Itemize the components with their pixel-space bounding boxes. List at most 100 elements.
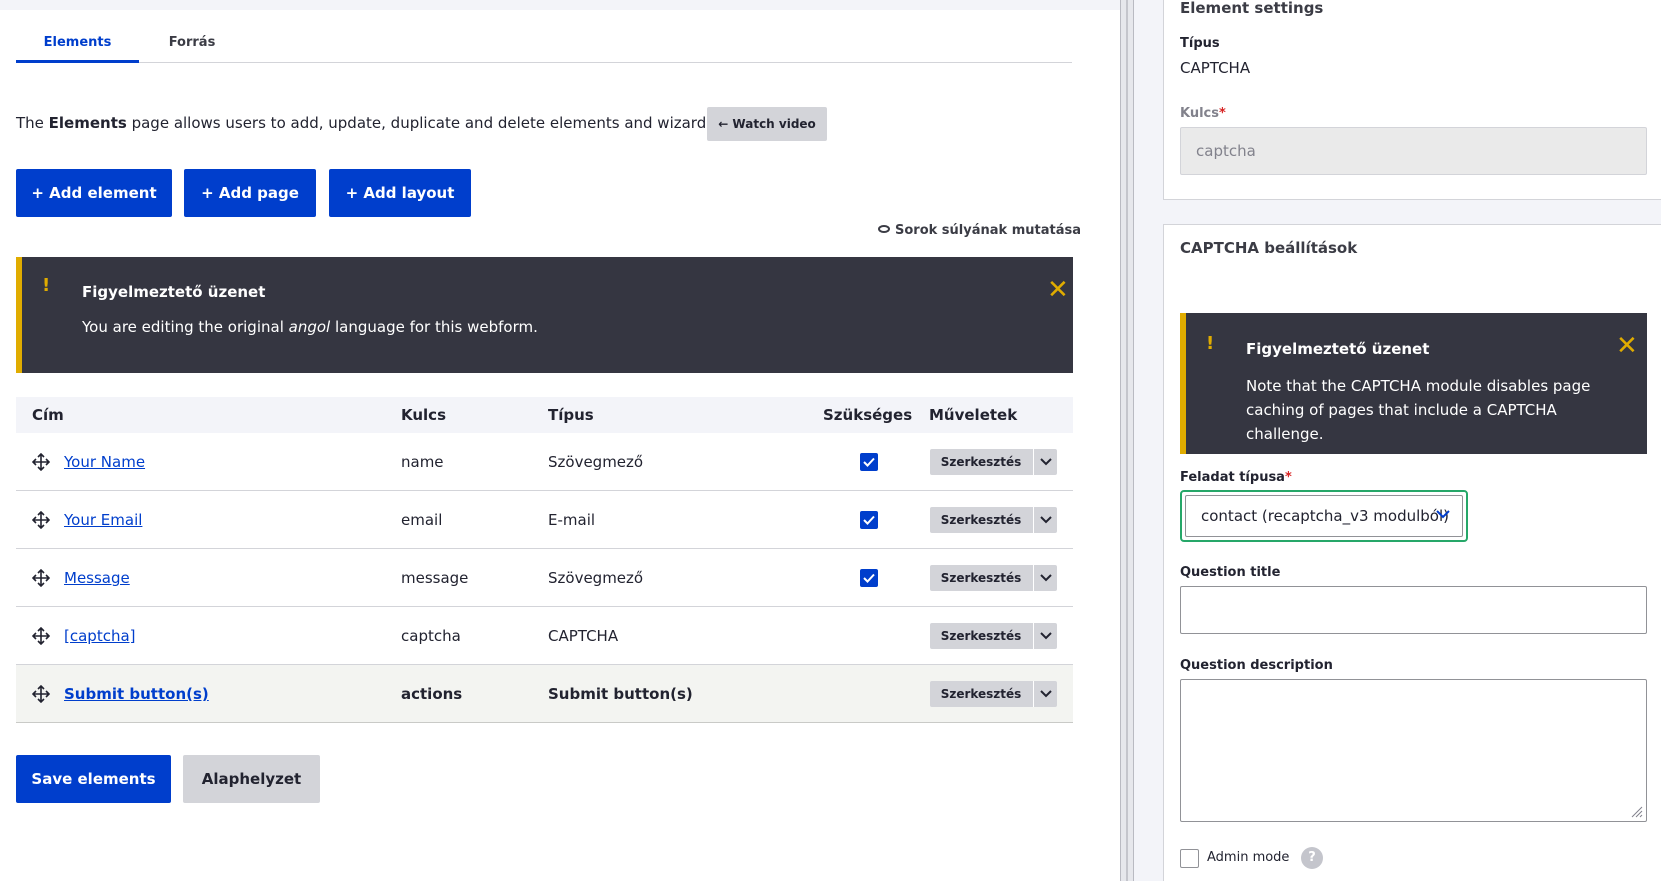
table-row: Submit button(s) actions Submit button(s… [16, 665, 1073, 723]
top-strip [0, 0, 1120, 10]
row-key: captcha [401, 627, 461, 645]
intro-prefix: The [16, 114, 49, 132]
warning-icon: ! [42, 275, 51, 296]
warning-title: Figyelmeztető üzenet [1246, 340, 1430, 358]
intro-bold: Elements [48, 114, 127, 132]
warning-body-suffix: language for this webform. [330, 318, 538, 336]
edit-button-group: Szerkesztés [930, 623, 1057, 649]
key-input: captcha [1180, 127, 1647, 175]
eye-icon [878, 225, 890, 233]
required-checkbox[interactable] [860, 569, 878, 587]
drag-handle-icon[interactable] [32, 569, 50, 587]
help-icon[interactable]: ? [1301, 847, 1323, 869]
captcha-settings-card: CAPTCHA beállítások ! Figyelmeztető üzen… [1163, 224, 1661, 881]
warning-message: ! Figyelmeztető üzenet You are editing t… [16, 257, 1073, 373]
row-title-link[interactable]: Your Email [64, 491, 142, 549]
key-label-text: Kulcs [1180, 106, 1219, 121]
chevron-down-icon[interactable] [1033, 565, 1057, 591]
chevron-down-icon[interactable] [1033, 623, 1057, 649]
row-title-link[interactable]: Message [64, 549, 130, 607]
question-title-input[interactable] [1180, 586, 1647, 634]
elements-pane: Elements Forrás The Elements page allows… [0, 0, 1120, 881]
edit-button-group: Szerkesztés [930, 681, 1057, 707]
row-title-link[interactable]: [captcha] [64, 607, 136, 665]
app-root: Elements Forrás The Elements page allows… [0, 0, 1661, 881]
captcha-warning-message: ! Figyelmeztető üzenet Note that the CAP… [1180, 313, 1647, 454]
admin-mode-label: Admin mode [1207, 850, 1290, 865]
element-settings-card: Element settings Típus CAPTCHA Kulcs* ca… [1163, 0, 1661, 200]
tab-source[interactable]: Forrás [139, 28, 245, 63]
row-key: actions [401, 685, 463, 703]
warning-body-language: angol [288, 318, 331, 336]
header-key: Kulcs [401, 406, 446, 424]
drag-handle-icon[interactable] [32, 511, 50, 529]
required-checkbox[interactable] [860, 453, 878, 471]
edit-button[interactable]: Szerkesztés [930, 507, 1032, 533]
type-label: Típus [1180, 36, 1220, 51]
table-header: Cím Kulcs Típus Szükséges Műveletek [16, 397, 1073, 433]
question-description-label: Question description [1180, 658, 1333, 673]
close-icon[interactable]: ✕ [1047, 277, 1069, 303]
key-label: Kulcs* [1180, 106, 1226, 121]
row-type: CAPTCHA [548, 627, 619, 645]
element-settings-title: Element settings [1180, 0, 1324, 17]
chevron-down-icon[interactable] [1033, 449, 1057, 475]
challenge-type-label-text: Feladat típusa [1180, 470, 1285, 485]
warning-body-prefix: You are editing the original [82, 318, 289, 336]
add-page-button[interactable]: + Add page [184, 169, 316, 217]
chevron-down-icon [1436, 510, 1450, 519]
edit-button[interactable]: Szerkesztés [930, 623, 1032, 649]
drag-handle-icon[interactable] [32, 627, 50, 645]
warning-body: You are editing the original angol langu… [82, 315, 538, 339]
close-icon[interactable]: ✕ [1616, 333, 1638, 359]
chevron-down-icon[interactable] [1033, 507, 1057, 533]
edit-button-group: Szerkesztés [930, 565, 1057, 591]
edit-button[interactable]: Szerkesztés [930, 449, 1032, 475]
row-title-link[interactable]: Your Name [64, 433, 145, 491]
save-elements-button[interactable]: Save elements [16, 755, 171, 803]
challenge-type-select-box[interactable]: contact (recaptcha_v3 modulból) [1185, 495, 1463, 537]
drag-handle-icon[interactable] [32, 453, 50, 471]
required-mark: * [1219, 106, 1226, 121]
warning-title: Figyelmeztető üzenet [82, 283, 266, 301]
table-row: Your Name name Szövegmező Szerkesztés [16, 433, 1073, 491]
row-type: Szövegmező [548, 453, 644, 471]
header-type: Típus [548, 406, 594, 424]
watch-video-button[interactable]: ← Watch video [707, 107, 827, 141]
header-title: Cím [32, 406, 64, 424]
table-row: Your Email email E-mail Szerkesztés [16, 491, 1073, 549]
type-value: CAPTCHA [1180, 59, 1251, 77]
chevron-down-icon[interactable] [1033, 681, 1057, 707]
reset-button[interactable]: Alaphelyzet [183, 755, 320, 803]
add-element-button[interactable]: + Add element [16, 169, 172, 217]
element-settings-sidebar: Element settings Típus CAPTCHA Kulcs* ca… [1134, 0, 1661, 881]
tab-bar: Elements Forrás [16, 28, 1072, 63]
row-type: Szövegmező [548, 569, 644, 587]
pane-resize-handle[interactable] [1120, 0, 1134, 881]
edit-button-group: Szerkesztés [930, 507, 1057, 533]
captcha-settings-title: CAPTCHA beállítások [1180, 239, 1358, 257]
intro-suffix: page allows users to add, update, duplic… [126, 114, 762, 132]
add-layout-button[interactable]: + Add layout [329, 169, 471, 217]
show-row-weights-label: Sorok súlyának mutatása [895, 223, 1081, 238]
drag-handle-icon[interactable] [32, 685, 50, 703]
edit-button[interactable]: Szerkesztés [930, 565, 1032, 591]
show-row-weights-link[interactable]: Sorok súlyának mutatása [878, 222, 1081, 240]
table-row: [captcha] captcha CAPTCHA Szerkesztés [16, 607, 1073, 665]
resize-grip-icon[interactable] [1631, 806, 1643, 818]
row-key: message [401, 569, 469, 587]
question-title-label: Question title [1180, 565, 1281, 580]
header-required: Szükséges [823, 406, 913, 424]
row-key: email [401, 511, 443, 529]
admin-mode-checkbox[interactable] [1180, 849, 1199, 868]
required-checkbox[interactable] [860, 511, 878, 529]
challenge-type-value: contact (recaptcha_v3 modulból) [1201, 507, 1449, 525]
edit-button-group: Szerkesztés [930, 449, 1057, 475]
challenge-type-select[interactable]: contact (recaptcha_v3 modulból) [1180, 490, 1468, 542]
row-title-link[interactable]: Submit button(s) [64, 665, 209, 723]
edit-button[interactable]: Szerkesztés [930, 681, 1032, 707]
tab-elements[interactable]: Elements [16, 28, 139, 63]
question-description-textarea[interactable] [1180, 679, 1647, 822]
row-type: Submit button(s) [548, 685, 693, 703]
required-mark: * [1284, 470, 1292, 485]
